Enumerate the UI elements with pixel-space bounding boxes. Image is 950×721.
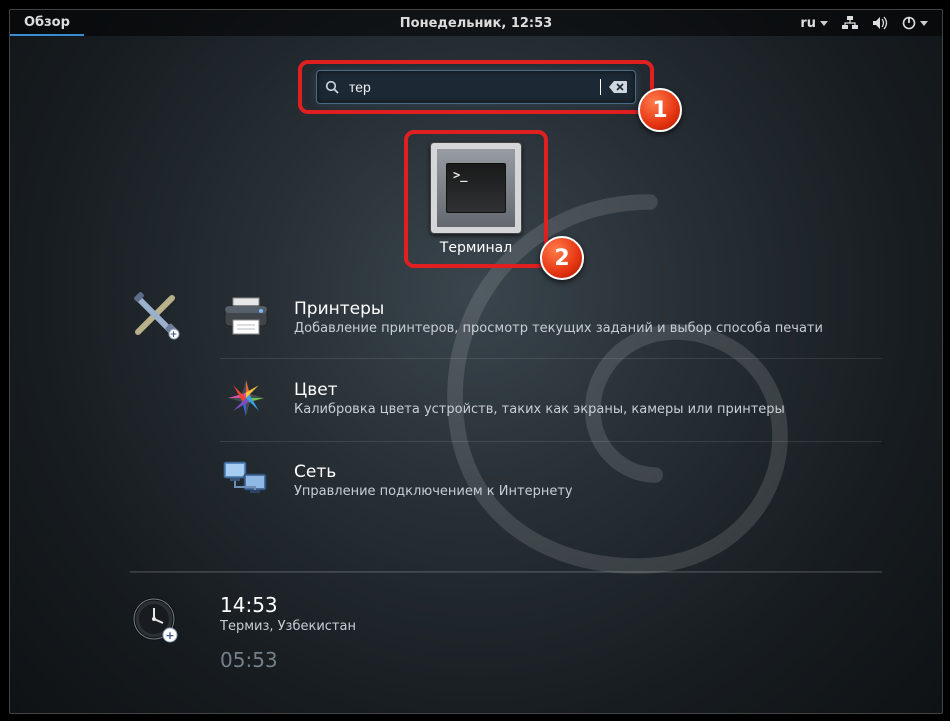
settings-result-network[interactable]: Сеть Управление подключением к Интернету <box>220 442 882 522</box>
clock-time: 14:53 <box>220 593 882 617</box>
color-icon <box>223 375 269 421</box>
app-result-area: Терминал <box>396 122 556 268</box>
network-settings-icon <box>220 458 272 502</box>
clocks-search-results: + 14:53 Термиз, Узбекистан 05:53 <box>130 572 882 682</box>
settings-search-results: + <box>130 280 882 522</box>
settings-result-color[interactable]: Цвет Калибровка цвета устройств, таких к… <box>220 359 882 442</box>
svg-text:+: + <box>170 330 178 340</box>
clock-location: Термиз, Узбекистан <box>220 619 882 634</box>
result-desc: Калибровка цвета устройств, таких как эк… <box>294 402 785 417</box>
settings-icon: + <box>130 290 180 340</box>
annotation-callout-1: 1 <box>638 88 682 132</box>
clear-search-icon[interactable] <box>609 81 627 93</box>
search-input[interactable] <box>347 78 598 96</box>
clocks-provider-icon[interactable]: + <box>130 595 180 645</box>
result-desc: Управление подключением к Интернету <box>294 484 573 499</box>
clock-result-next[interactable]: 05:53 <box>220 644 882 682</box>
search-bar[interactable] <box>316 70 636 104</box>
gnome-activities-overview: Обзор Понедельник, 12:53 ru <box>9 9 943 714</box>
chevron-down-icon <box>820 21 828 26</box>
text-caret <box>600 79 601 95</box>
top-bar: Обзор Понедельник, 12:53 ru <box>10 10 942 36</box>
volume-indicator[interactable] <box>872 16 888 30</box>
keyboard-layout-indicator[interactable]: ru <box>800 16 828 31</box>
settings-result-printers[interactable]: Принтеры Добавление принтеров, просмотр … <box>220 280 882 359</box>
activities-label: Обзор <box>24 15 70 30</box>
result-desc: Добавление принтеров, просмотр текущих з… <box>294 321 823 336</box>
app-launcher-terminal[interactable]: Терминал <box>396 142 556 268</box>
clock-time: 05:53 <box>220 648 882 672</box>
network-icon <box>842 16 858 30</box>
topbar-right: ru <box>800 16 942 31</box>
settings-provider-icon[interactable]: + <box>130 290 180 340</box>
printer-icon <box>221 296 271 338</box>
clock-result-termez[interactable]: 14:53 Термиз, Узбекистан <box>220 589 882 644</box>
search-icon <box>325 80 339 94</box>
activities-button[interactable]: Обзор <box>10 10 84 36</box>
network-indicator[interactable] <box>842 16 858 30</box>
terminal-icon <box>430 142 522 234</box>
clock-app-icon: + <box>130 595 180 645</box>
power-icon <box>902 16 916 30</box>
power-indicator[interactable] <box>902 16 928 30</box>
topbar-clock-text[interactable]: Понедельник, 12:53 <box>400 16 552 31</box>
chevron-down-icon <box>920 21 928 26</box>
volume-icon <box>872 16 888 30</box>
search-bar-area <box>316 70 636 104</box>
app-result-label: Терминал <box>396 240 556 268</box>
svg-text:+: + <box>165 629 174 642</box>
keyboard-layout-label: ru <box>800 16 816 31</box>
result-title: Сеть <box>294 462 573 482</box>
result-title: Принтеры <box>294 299 823 319</box>
result-title: Цвет <box>294 380 785 400</box>
